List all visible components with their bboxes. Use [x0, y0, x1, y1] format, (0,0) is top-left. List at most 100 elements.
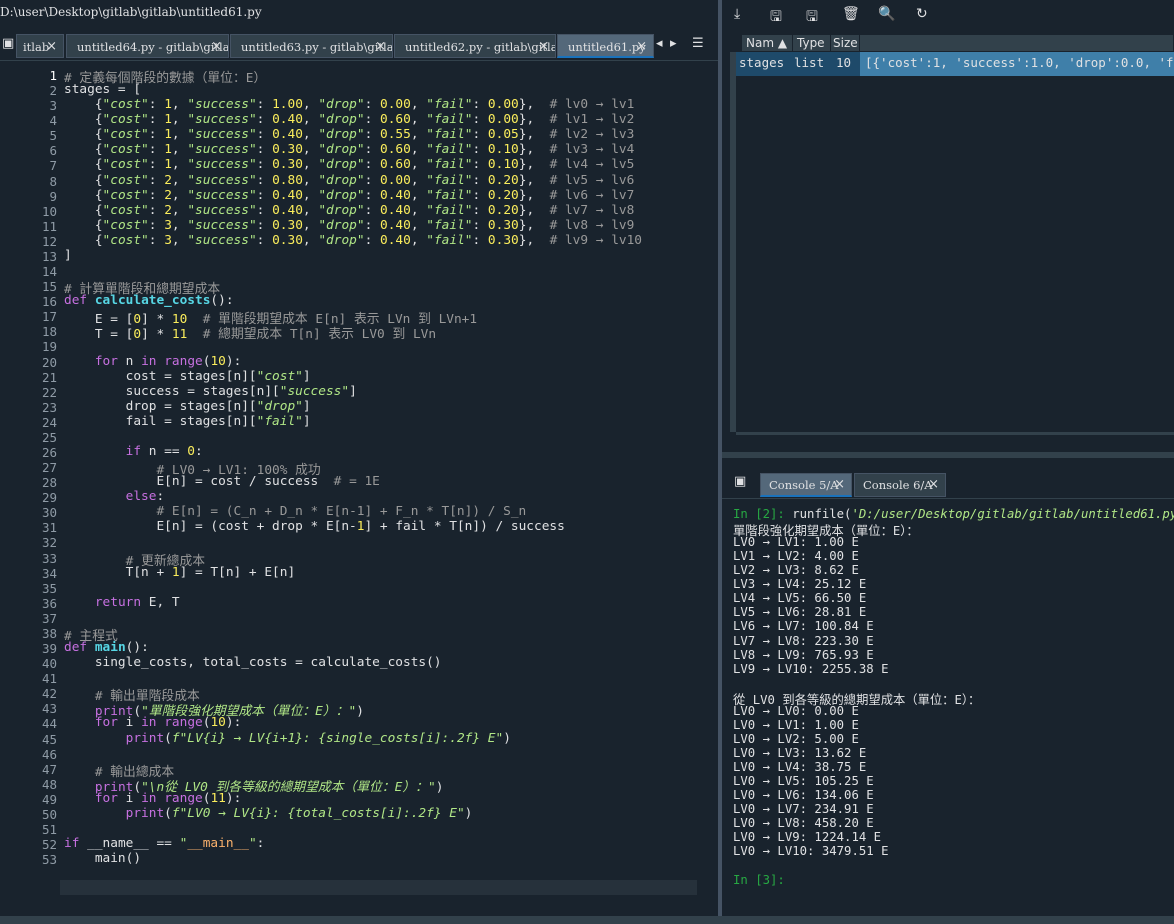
line-number: 9	[49, 188, 57, 204]
code-editor[interactable]: 1 2 3 4 5 6 7 8 9 10 11 12 13 14 15 16 17 18 19 20 21 22 23 24 2…	[0, 61, 712, 916]
line-number: 35	[41, 580, 57, 596]
close-icon[interactable]: ×	[211, 35, 222, 57]
pane-divider[interactable]	[722, 452, 1174, 458]
menu-icon[interactable]: ☰	[692, 36, 704, 51]
close-icon[interactable]: ×	[834, 474, 845, 496]
code-line[interactable]: if n == 0:	[64, 444, 203, 459]
tab-list-icon[interactable]: ▣	[2, 36, 14, 51]
console-line: LV0 → LV7: 234.91 E	[733, 802, 874, 817]
console-prompt[interactable]: In [3]:	[733, 873, 785, 887]
tab-label: untitled63.py - gitlab\gitlab	[241, 40, 393, 54]
line-number: 26	[41, 445, 57, 460]
tab-label: untitled62.py - gitlab\gitlab	[405, 40, 556, 54]
console-list-icon[interactable]: ▣	[734, 474, 746, 489]
line-number: 52	[41, 837, 57, 853]
code-line[interactable]: {"cost": 2, "success": 0.40, "drop": 0.4…	[64, 188, 635, 203]
code-line[interactable]: fail = stages[n]["fail"]	[64, 414, 311, 429]
code-line[interactable]: else:	[64, 489, 165, 504]
var-value-cell[interactable]: [{'cost':1, 'success':1.0, 'drop':0.0, '…	[862, 51, 1174, 75]
refresh-icon[interactable]: ↻	[916, 6, 928, 22]
line-number: 20	[41, 354, 57, 370]
close-icon[interactable]: ×	[46, 35, 57, 57]
code-line[interactable]: T = [0] * 11 # 總期望成本 T[n] 表示 LV0 到 LVn	[64, 323, 436, 342]
tab-untitled64[interactable]: untitled64.py - gitlab\gitlab ×	[66, 34, 229, 58]
code-line[interactable]: {"cost": 2, "success": 0.40, "drop": 0.4…	[64, 203, 635, 218]
line-number: 7	[49, 158, 57, 174]
close-icon[interactable]: ×	[538, 35, 549, 57]
code-line[interactable]: def main():	[64, 640, 149, 655]
pane-splitter[interactable]	[718, 0, 722, 924]
console-line: LV0 → LV5: 105.25 E	[733, 774, 874, 789]
console-line: LV0 → LV1: 1.00 E	[733, 535, 859, 550]
line-number: 37	[41, 610, 57, 626]
close-icon[interactable]: ×	[928, 474, 939, 496]
close-icon[interactable]: ×	[375, 35, 386, 57]
code-line[interactable]: if __name__ == "__main__":	[64, 836, 264, 851]
tab-untitled61[interactable]: untitled61.py ×	[557, 34, 654, 58]
line-number: 48	[41, 776, 57, 792]
code-line[interactable]: cost = stages[n]["cost"]	[64, 369, 311, 384]
code-line[interactable]: {"cost": 3, "success": 0.30, "drop": 0.4…	[64, 218, 635, 233]
code-line[interactable]: {"cost": 2, "success": 0.80, "drop": 0.0…	[64, 173, 635, 188]
var-name-cell[interactable]: stages	[736, 51, 784, 75]
column-header-value[interactable]	[860, 35, 1174, 51]
console-line: LV0 → LV6: 134.06 E	[733, 788, 874, 803]
var-size-cell[interactable]: 10	[833, 51, 851, 75]
code-line[interactable]: E[n] = (cost + drop * E[n-1] + fail * T[…	[64, 519, 564, 534]
code-line[interactable]: {"cost": 1, "success": 0.40, "drop": 0.5…	[64, 127, 635, 142]
save-data-as-icon[interactable]: 🖫	[806, 6, 818, 30]
code-line[interactable]: main()	[64, 851, 141, 866]
code-line[interactable]: E[n] = cost / success # = 1E	[64, 474, 379, 489]
tab-untitled63[interactable]: untitled63.py - gitlab\gitlab ×	[230, 34, 393, 58]
var-type-cell[interactable]: list	[791, 51, 824, 75]
code-line[interactable]: {"cost": 1, "success": 0.30, "drop": 0.6…	[64, 142, 635, 157]
code-line[interactable]: {"cost": 1, "success": 0.40, "drop": 0.6…	[64, 112, 635, 127]
line-number: 43	[41, 701, 57, 717]
scroll-right-icon[interactable]: ▸	[670, 36, 677, 51]
code-line[interactable]: for i in range(11):	[64, 791, 241, 806]
column-header-name[interactable]: Nam ▲	[742, 35, 793, 51]
code-line[interactable]: drop = stages[n]["drop"]	[64, 399, 311, 414]
code-line[interactable]: def calculate_costs():	[64, 293, 234, 308]
horizontal-scrollbar[interactable]	[736, 432, 1174, 435]
console-line: LV5 → LV6: 28.81 E	[733, 605, 867, 620]
line-number: 53	[41, 852, 57, 868]
close-icon[interactable]: ×	[636, 35, 647, 56]
delete-icon[interactable]: 🗑	[842, 6, 860, 22]
tab-untitled62[interactable]: untitled62.py - gitlab\gitlab ×	[394, 34, 556, 58]
line-number: 16	[41, 294, 57, 310]
column-header-size[interactable]: Size	[831, 35, 860, 51]
code-line[interactable]: # E[n] = (C_n + D_n * E[n-1] + F_n * T[n…	[64, 504, 526, 519]
search-icon[interactable]: 🔍	[878, 6, 895, 22]
save-data-icon[interactable]: 🖫	[770, 6, 782, 30]
code-line[interactable]: {"cost": 1, "success": 0.30, "drop": 0.6…	[64, 157, 635, 172]
column-header-type[interactable]: Type	[793, 35, 831, 51]
line-number: 4	[49, 113, 57, 129]
tab-gitlab[interactable]: itlab ×	[16, 34, 64, 58]
code-line[interactable]: for n in range(10):	[64, 354, 241, 369]
line-number: 45	[41, 731, 57, 747]
console-line: LV8 → LV9: 765.93 E	[733, 647, 874, 662]
code-line[interactable]: stages = [	[64, 82, 141, 97]
line-number: 18	[41, 324, 57, 340]
code-line[interactable]: print(f"LV{i} → LV{i+1}: {single_costs[i…	[64, 731, 511, 746]
console-line: LV0 → LV3: 13.62 E	[733, 746, 867, 761]
scroll-left-icon[interactable]: ◂	[656, 36, 663, 51]
code-line[interactable]: print(f"LV0 → LV{i}: {total_costs[i]:.2f…	[64, 806, 473, 821]
code-line[interactable]: {"cost": 3, "success": 0.30, "drop": 0.4…	[64, 233, 642, 248]
code-line[interactable]: T[n + 1] = T[n] + E[n]	[64, 565, 296, 580]
console-line: LV4 → LV5: 66.50 E	[733, 591, 867, 606]
code-line[interactable]: ]	[64, 248, 72, 263]
code-line[interactable]: {"cost": 1, "success": 1.00, "drop": 0.0…	[64, 97, 635, 112]
tab-console-6[interactable]: Console 6/A ×	[854, 473, 946, 497]
tab-console-5[interactable]: Console 5/A ×	[760, 473, 852, 497]
tab-label: untitled61.py	[568, 40, 646, 54]
line-number-gutter: 1 2 3 4 5 6 7 8 9 10 11 12 13 14 15 16 17 18 19 20 21 22 23 24 2…	[0, 61, 60, 916]
code-line[interactable]: return E, T	[64, 595, 180, 610]
code-line[interactable]: success = stages[n]["success"]	[64, 384, 357, 399]
line-number: 3	[49, 98, 57, 114]
row-header-bar	[730, 52, 736, 432]
code-line[interactable]: for i in range(10):	[64, 715, 241, 730]
code-line[interactable]: single_costs, total_costs = calculate_co…	[64, 655, 442, 670]
import-data-icon[interactable]: ⤓	[734, 6, 740, 22]
